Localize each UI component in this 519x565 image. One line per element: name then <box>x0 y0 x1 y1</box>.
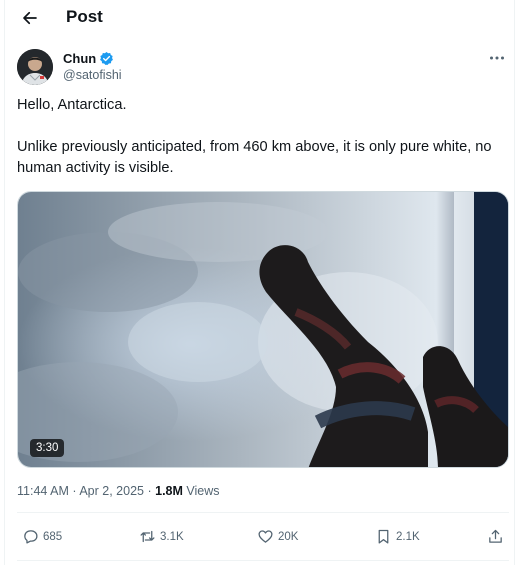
bookmark-icon <box>378 529 389 544</box>
meta-separator: · <box>72 484 77 498</box>
action-bar: 685 3.1K 20K 2.1K <box>17 521 509 553</box>
post-date[interactable]: Apr 2, 2025 <box>79 484 144 498</box>
post-detail-panel: Post Chun @satofishi Hello, Antarctica. … <box>4 0 515 565</box>
repost-icon <box>140 530 155 543</box>
reply-icon <box>24 530 38 544</box>
author-handle[interactable]: @satofishi <box>63 68 122 82</box>
author-row: Chun @satofishi <box>17 47 507 87</box>
avatar[interactable] <box>17 49 53 85</box>
page-title: Post <box>66 7 103 26</box>
bookmark-count: 2.1K <box>396 530 420 543</box>
verified-badge-icon <box>99 51 114 66</box>
reply-button[interactable]: 685 <box>22 528 62 545</box>
top-bar: Post <box>5 0 514 36</box>
tweet-line-2: Unlike previously anticipated, from 460 … <box>17 139 492 176</box>
views-label: Views <box>186 484 220 498</box>
arrow-left-icon <box>23 11 37 25</box>
like-button[interactable]: 20K <box>257 528 298 545</box>
share-button[interactable] <box>487 528 504 545</box>
more-options-button[interactable] <box>487 51 507 65</box>
more-horizontal-icon <box>490 56 504 60</box>
like-icon <box>258 530 273 543</box>
video-duration-badge: 3:30 <box>30 439 65 457</box>
divider <box>17 512 509 513</box>
views-count: 1.8M <box>155 484 183 498</box>
author-name[interactable]: Chun <box>63 51 96 66</box>
meta-separator: · <box>147 484 152 498</box>
tweet-line-1: Hello, Antarctica. <box>17 97 127 113</box>
post-time[interactable]: 11:44 AM <box>17 484 69 498</box>
repost-count: 3.1K <box>160 530 184 543</box>
tweet-text: Hello, Antarctica. Unlike previously ant… <box>17 95 507 179</box>
share-icon <box>489 529 502 543</box>
divider <box>17 560 509 561</box>
video-player[interactable]: 3:30 <box>17 191 509 468</box>
reply-count: 685 <box>43 530 63 543</box>
video-thumbnail <box>18 192 508 467</box>
bookmark-button[interactable]: 2.1K <box>375 528 420 545</box>
back-button[interactable] <box>17 6 43 30</box>
like-count: 20K <box>278 530 299 543</box>
post-meta: 11:44 AM · Apr 2, 2025 · 1.8M Views <box>17 484 220 498</box>
repost-button[interactable]: 3.1K <box>139 528 184 545</box>
